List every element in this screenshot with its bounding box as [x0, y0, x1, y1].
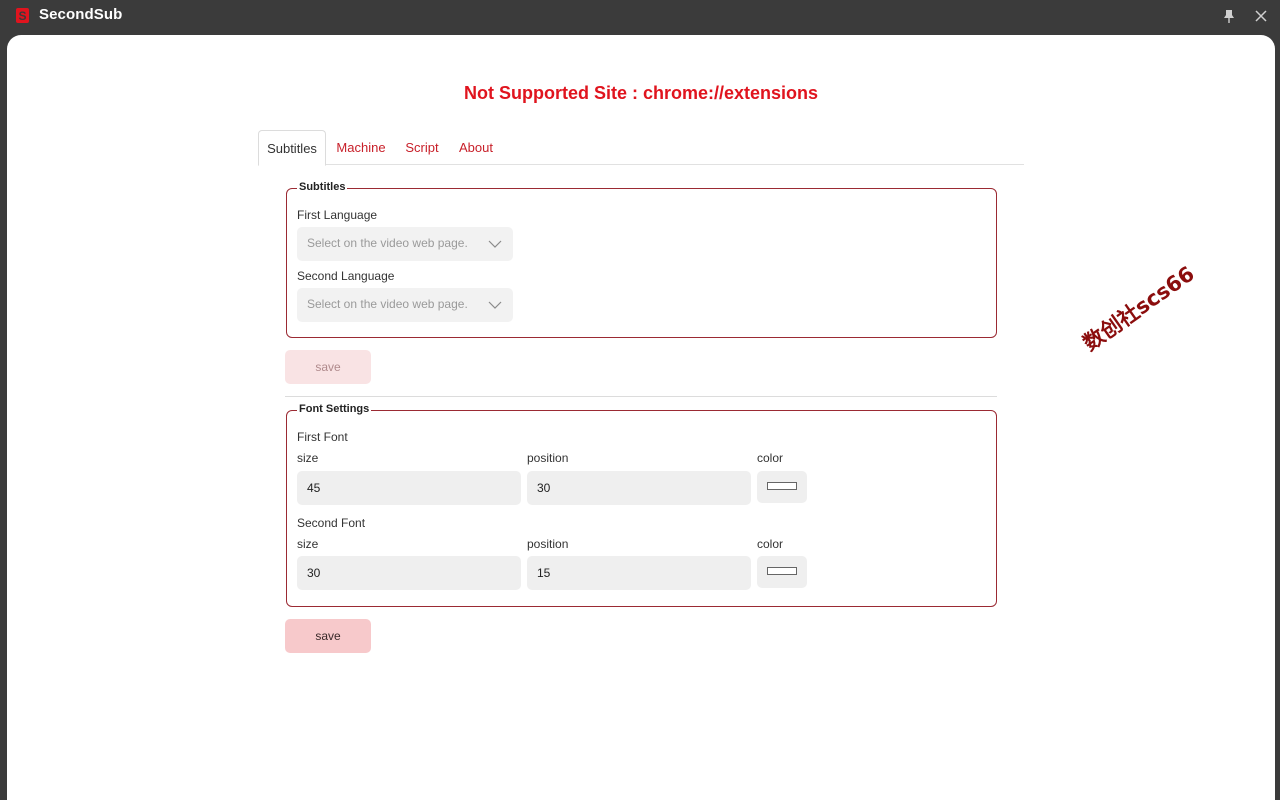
second-font-heading: Second Font — [297, 516, 366, 530]
first-language-select[interactable]: Select on the video web page. — [297, 227, 513, 261]
close-icon[interactable] — [1252, 7, 1270, 25]
svg-text:S: S — [18, 9, 26, 23]
second-font-position-input[interactable]: 15 — [527, 556, 751, 590]
first-font-color-swatch — [767, 482, 797, 490]
subtitles-fieldset: Subtitles First Language Select on the v… — [286, 181, 997, 338]
second-font-color-picker[interactable] — [757, 556, 807, 588]
save-font-settings-button[interactable]: save — [285, 619, 371, 653]
second-font-size-input[interactable]: 30 — [297, 556, 521, 590]
second-language-select[interactable]: Select on the video web page. — [297, 288, 513, 322]
first-font-position-label: position — [527, 451, 569, 465]
second-language-label: Second Language — [297, 269, 395, 283]
title-bar: S SecondSub — [0, 0, 1280, 34]
first-font-color-picker[interactable] — [757, 471, 807, 503]
tab-about[interactable]: About — [458, 130, 494, 165]
first-font-color-label: color — [757, 451, 784, 465]
app-logo-icon: S — [16, 7, 29, 23]
tab-subtitles[interactable]: Subtitles — [258, 130, 326, 166]
second-font-position-label: position — [527, 537, 569, 551]
second-font-color-swatch — [767, 567, 797, 575]
first-font-position-value: 30 — [537, 481, 551, 495]
save-subtitles-button[interactable]: save — [285, 350, 371, 384]
first-font-heading: First Font — [297, 430, 348, 444]
tab-script[interactable]: Script — [404, 130, 440, 165]
first-font-size-input[interactable]: 45 — [297, 471, 521, 505]
second-language-placeholder: Select on the video web page. — [307, 297, 468, 311]
second-font-size-value: 30 — [307, 566, 321, 580]
popup-content: Not Supported Site : chrome://extensions… — [7, 35, 1275, 800]
first-font-size-value: 45 — [307, 481, 321, 495]
tab-machine[interactable]: Machine — [336, 130, 386, 165]
first-language-placeholder: Select on the video web page. — [307, 236, 468, 250]
subtitles-legend: Subtitles — [297, 181, 348, 193]
first-language-label: First Language — [297, 208, 378, 222]
second-font-size-label: size — [297, 537, 319, 551]
first-font-size-label: size — [297, 451, 319, 465]
chevron-down-icon — [488, 301, 502, 309]
font-settings-fieldset: Font Settings First Font size position c… — [286, 403, 997, 607]
section-divider — [285, 396, 997, 397]
second-font-position-value: 15 — [537, 566, 551, 580]
chevron-down-icon — [488, 240, 502, 248]
pin-icon[interactable] — [1220, 7, 1238, 25]
first-font-position-input[interactable]: 30 — [527, 471, 751, 505]
app-title: SecondSub — [39, 6, 123, 23]
unsupported-site-warning: Not Supported Site : chrome://extensions — [463, 83, 819, 103]
tab-bar: Subtitles Machine Script About — [258, 130, 1024, 166]
font-settings-legend: Font Settings — [297, 403, 372, 415]
second-font-color-label: color — [757, 537, 784, 551]
